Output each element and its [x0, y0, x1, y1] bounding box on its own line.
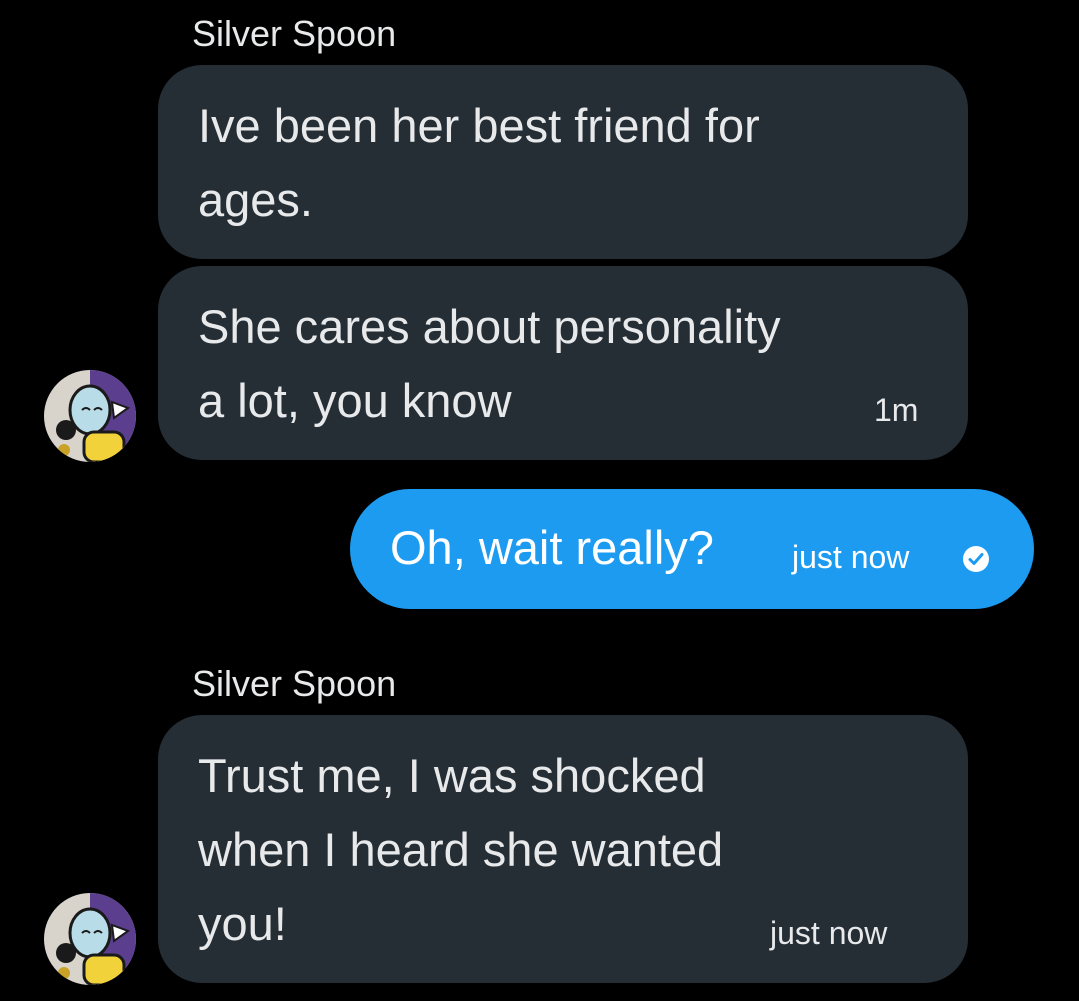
message-timestamp: just now	[770, 915, 888, 951]
sender-name: Silver Spoon	[192, 663, 397, 704]
message-text: She cares about personality a lot, you k…	[198, 300, 781, 427]
sender-name: Silver Spoon	[192, 13, 397, 54]
outgoing-message-bubble[interactable]: Oh, wait really? just now	[350, 489, 1034, 609]
incoming-message-bubble[interactable]: Ive been her best friend for ages.	[158, 65, 968, 259]
avatar-image	[44, 893, 136, 985]
avatar-image	[44, 370, 136, 462]
incoming-message-bubble[interactable]: Trust me, I was shocked when I heard she…	[158, 715, 968, 983]
avatar[interactable]	[44, 893, 136, 985]
avatar[interactable]	[44, 370, 136, 462]
message-timestamp: 1m	[874, 392, 919, 428]
message-text: Oh, wait really?	[390, 521, 714, 574]
check-circle-icon	[963, 546, 989, 572]
incoming-message-bubble[interactable]: She cares about personality a lot, you k…	[158, 266, 968, 460]
message-text: Ive been her best friend for ages.	[198, 99, 760, 226]
message-timestamp: just now	[792, 539, 910, 575]
message-text: Trust me, I was shocked when I heard she…	[198, 749, 724, 950]
